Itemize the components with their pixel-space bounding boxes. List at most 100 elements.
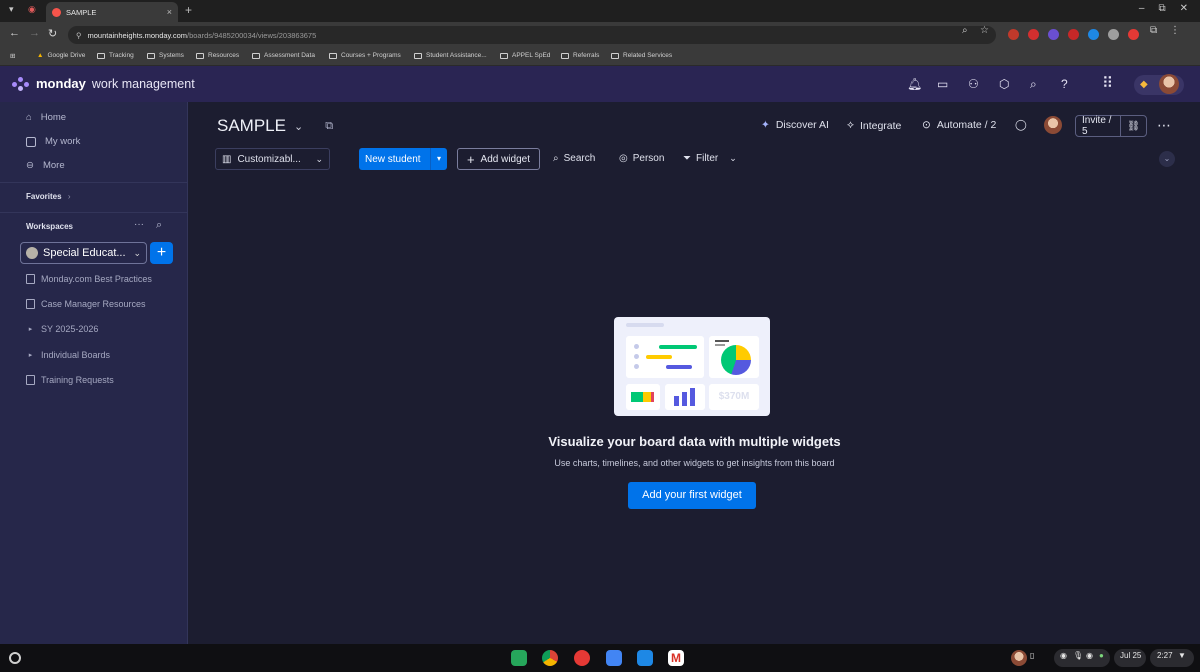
new-item-label: New student xyxy=(365,153,421,165)
inbox-icon[interactable]: ▭ xyxy=(937,77,948,91)
search-button[interactable]: ⌕ Search xyxy=(553,153,595,164)
favorites-section[interactable]: Favorites › xyxy=(26,192,70,201)
help-icon[interactable]: ? xyxy=(1061,77,1068,91)
invite-button[interactable]: Invite / 5 ⛓ xyxy=(1075,115,1147,137)
acrobat-extension-icon[interactable] xyxy=(1028,29,1039,40)
extensions-puzzle-icon[interactable]: ⧉ xyxy=(1150,25,1157,36)
launcher-icon[interactable] xyxy=(9,652,21,664)
time-label: 2:27 xyxy=(1157,651,1173,660)
copy-link-icon[interactable]: ⛓ xyxy=(1121,116,1146,136)
updates-chat-icon[interactable]: ◯ xyxy=(1015,119,1027,131)
extension-icon[interactable] xyxy=(1048,29,1059,40)
person-filter-button[interactable]: ◎ Person xyxy=(619,153,664,164)
zoom-icon[interactable]: ⌕ xyxy=(962,25,968,36)
collapse-header-icon[interactable]: ⌄ xyxy=(1159,151,1175,167)
extension-icon[interactable] xyxy=(1008,29,1019,40)
bookmark-star-icon[interactable]: ☆ xyxy=(980,25,989,36)
bookmark-referrals[interactable]: Referrals xyxy=(561,52,599,59)
bookmark-assessment-data[interactable]: Assessment Data xyxy=(252,52,315,59)
new-tab-icon[interactable]: + xyxy=(185,3,192,17)
app-icon[interactable] xyxy=(574,650,590,666)
sidebar-item-individual-boards[interactable]: ▸ Individual Boards xyxy=(26,350,110,360)
automate-button[interactable]: ⊙ Automate / 2 xyxy=(922,119,996,131)
minimize-icon[interactable]: – xyxy=(1139,3,1145,14)
bookmark-appel-sped[interactable]: APPEL SpEd xyxy=(500,52,550,59)
tray-window-icon[interactable]: ▯ xyxy=(1030,651,1034,660)
bookmark-systems[interactable]: Systems xyxy=(147,52,184,59)
extension-icon[interactable] xyxy=(1068,29,1079,40)
chevron-down-icon[interactable]: ▾ xyxy=(430,148,447,170)
apps-marketplace-icon[interactable]: ⬡ xyxy=(999,77,1009,91)
url-input[interactable]: ⚲ mountainheights.monday.com /boards/948… xyxy=(68,26,996,44)
chrome-app-icon[interactable] xyxy=(542,650,558,666)
board-menu-icon[interactable]: ⋯ xyxy=(1157,117,1171,134)
divider xyxy=(0,182,187,183)
integrate-button[interactable]: ⟡ Integrate xyxy=(847,119,901,132)
sidebar-item-home[interactable]: ⌂ Home xyxy=(26,112,66,123)
url-path: /boards/9485200034/views/203863675 xyxy=(187,30,317,40)
notifications-bell-icon[interactable]: 🔔︎ xyxy=(907,77,922,91)
restore-icon[interactable]: ⧉ xyxy=(1158,3,1165,14)
files-app-icon[interactable] xyxy=(637,650,653,666)
sidebar-item-my-work[interactable]: My work xyxy=(26,136,80,147)
tab-search-icon[interactable]: ▾ xyxy=(9,4,14,15)
add-widget-button[interactable]: + Add widget xyxy=(457,148,540,170)
apps-grid-icon[interactable]: ⊞ xyxy=(10,52,15,60)
bookmark-related-services[interactable]: Related Services xyxy=(611,52,672,59)
docs-app-icon[interactable] xyxy=(606,650,622,666)
browser-menu-icon[interactable]: ⋮ xyxy=(1170,25,1180,36)
sidebar-item-training-requests[interactable]: Training Requests xyxy=(26,375,114,385)
bookmark-label: Resources xyxy=(208,52,240,59)
discover-ai-button[interactable]: ✦ Discover AI xyxy=(761,119,829,131)
workspace-options-icon[interactable]: ··· xyxy=(134,219,144,230)
window-controls: – ⧉ ✕ xyxy=(1139,3,1188,14)
sidebar-item-label: My work xyxy=(45,136,81,147)
filter-button[interactable]: ⏷ Filter ⌄ xyxy=(683,153,737,164)
board-title[interactable]: SAMPLE ⌄ ⧉ xyxy=(217,116,333,136)
chevron-down-icon: ⌄ xyxy=(293,120,304,133)
close-tab-icon[interactable]: × xyxy=(167,7,172,17)
gmail-app-icon[interactable]: M xyxy=(668,650,684,666)
search-everything-icon[interactable]: ⌕ xyxy=(1030,77,1037,92)
bookmark-google-drive[interactable]: ▲ Google Drive xyxy=(37,52,85,59)
extension-icon[interactable] xyxy=(1088,29,1099,40)
profile-icon[interactable]: ◉ xyxy=(28,4,36,15)
add-workspace-item-button[interactable]: + xyxy=(150,242,173,264)
sidebar-item-more[interactable]: ⊖ More xyxy=(26,160,65,171)
extension-icon[interactable] xyxy=(1128,29,1139,40)
sidebar-item-sy-2025-2026[interactable]: ▸ SY 2025-2026 xyxy=(26,324,99,334)
workspace-selector[interactable]: Special Educat... ⌄ xyxy=(20,242,147,264)
reload-icon[interactable]: ↻ xyxy=(48,27,57,40)
workspace-search-icon[interactable]: ⌕ xyxy=(156,219,162,232)
meet-app-icon[interactable] xyxy=(511,650,527,666)
site-info-icon[interactable]: ⚲ xyxy=(76,31,82,40)
board-info-icon[interactable]: ⧉ xyxy=(325,120,333,133)
bookmark-student-assistance[interactable]: Student Assistance... xyxy=(414,52,487,59)
filter-label: Filter xyxy=(696,153,719,164)
sidebar-item-best-practices[interactable]: Monday.com Best Practices xyxy=(26,274,152,284)
monday-logo[interactable]: monday work management xyxy=(12,76,195,91)
sidebar-item-case-manager-resources[interactable]: Case Manager Resources xyxy=(26,299,146,309)
board-member-avatar[interactable] xyxy=(1044,116,1062,134)
new-item-button[interactable]: New student ▾ xyxy=(359,148,447,170)
bookmark-tracking[interactable]: Tracking xyxy=(97,52,134,59)
browser-tab[interactable]: SAMPLE × xyxy=(46,2,178,22)
plus-icon: + xyxy=(466,151,475,167)
back-icon[interactable]: ← xyxy=(9,27,20,39)
expand-arrow-icon[interactable]: ▸ xyxy=(26,351,35,359)
view-selector[interactable]: ▥ Customizabl... ⌄ xyxy=(215,148,330,170)
close-window-icon[interactable]: ✕ xyxy=(1180,3,1188,14)
workspace-name: Special Educat... xyxy=(43,247,126,259)
extension-icon[interactable] xyxy=(1108,29,1119,40)
invite-members-icon[interactable]: ⚇ xyxy=(968,77,979,91)
expand-arrow-icon[interactable]: ▸ xyxy=(26,325,35,333)
bookmark-courses-programs[interactable]: Courses + Programs xyxy=(329,52,401,59)
bookmark-label: Systems xyxy=(159,52,184,59)
product-switcher-icon[interactable]: ⠿ xyxy=(1102,74,1113,92)
bookmark-resources[interactable]: Resources xyxy=(196,52,239,59)
forward-icon[interactable]: → xyxy=(29,27,40,39)
chevron-down-icon: ⌄ xyxy=(729,153,737,163)
add-first-widget-button[interactable]: Add your first widget xyxy=(628,482,756,509)
user-avatar[interactable] xyxy=(1159,74,1179,94)
taskbar-avatar[interactable] xyxy=(1011,650,1027,666)
